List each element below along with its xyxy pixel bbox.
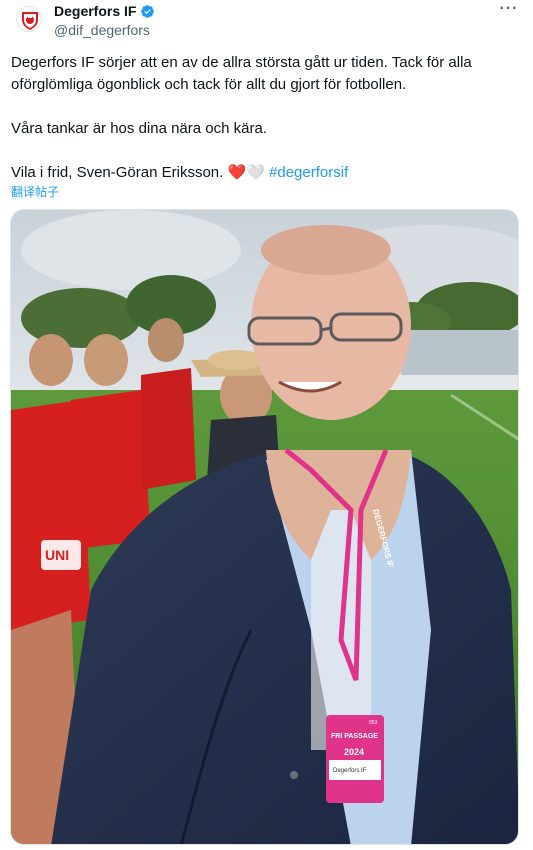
tweet-paragraph-2: Våra tankar är hos dina nära och kära. — [11, 120, 267, 137]
more-options-icon[interactable]: ··· — [498, 0, 520, 22]
verified-badge-icon — [140, 4, 155, 19]
club-crest-icon — [17, 7, 41, 31]
badge-title: FRI PASSAGE — [331, 733, 378, 740]
tweet-paragraph-3: Vila i frid, Sven-Göran Eriksson. ❤️🤍 #d… — [11, 162, 516, 184]
badge-year: 2024 — [344, 747, 364, 757]
tweet-header: Degerfors IF @dif_degerfors ··· — [12, 0, 524, 42]
badge-club: Degerfors IF — [333, 768, 367, 774]
tweet-text: Degerfors IF sörjer att en av de allra s… — [11, 52, 516, 184]
white-heart-emoji: 🤍 — [246, 164, 265, 181]
tweet-paragraph-3-text: Vila i frid, Sven-Göran Eriksson. — [11, 164, 228, 181]
red-heart-emoji: ❤️ — [227, 164, 247, 181]
translate-post-link[interactable]: 翻译帖子 — [11, 183, 59, 200]
author-handle[interactable]: @dif_degerfors — [54, 22, 150, 38]
badge-number: 053 — [369, 720, 378, 726]
author-display-name[interactable]: Degerfors IF — [54, 3, 136, 19]
shirt-sponsor-text: UNI — [45, 547, 69, 563]
hashtag-link[interactable]: #degerforsif — [269, 164, 348, 181]
tweet-photo[interactable]: UNI DEGERFORS IF FRI PASSAGE 053 2024 De… — [10, 209, 519, 845]
author-avatar[interactable] — [16, 6, 42, 32]
tweet-paragraph-1: Degerfors IF sörjer att en av de allra s… — [11, 54, 472, 93]
